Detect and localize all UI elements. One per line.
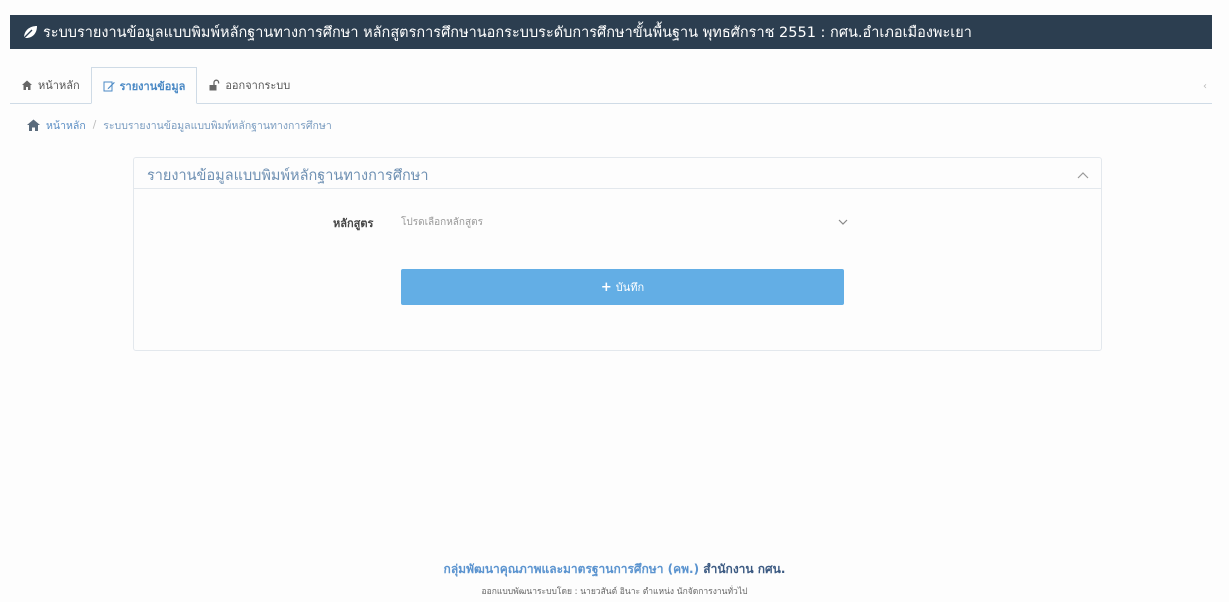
home-icon <box>22 80 32 90</box>
curriculum-select[interactable]: โปรดเลือกหลักสูตร <box>396 210 856 234</box>
tabs-scroll-right: ‹ <box>1203 81 1207 92</box>
curriculum-row: หลักสูตร โปรดเลือกหลักสูตร <box>134 210 1101 234</box>
breadcrumb-home-link[interactable]: หน้าหลัก <box>46 117 86 134</box>
curriculum-placeholder: โปรดเลือกหลักสูตร <box>401 216 483 228</box>
tab-report-label: รายงานข้อมูล <box>119 79 186 93</box>
save-button-label: บันทึก <box>615 281 645 294</box>
tab-logout-label: ออกจากระบบ <box>225 79 291 92</box>
footer: กลุ่มพัฒนาคุณภาพและมาตรฐานการศึกษา (คพ.)… <box>0 560 1229 598</box>
unlock-icon <box>209 79 220 91</box>
report-panel: รายงานข้อมูลแบบพิมพ์หลักฐานทางการศึกษา ห… <box>133 157 1102 351</box>
footer-org-line: กลุ่มพัฒนาคุณภาพและมาตรฐานการศึกษา (คพ.)… <box>0 560 1229 579</box>
breadcrumb-separator: / <box>92 119 97 131</box>
tab-home[interactable]: หน้าหลัก <box>10 67 91 103</box>
footer-office: สำนักงาน กศน. <box>703 562 786 576</box>
plus-icon: + <box>600 279 612 295</box>
chevron-up-icon[interactable] <box>1077 170 1089 180</box>
app-header: ระบบรายงานข้อมูลแบบพิมพ์หลักฐานทางการศึก… <box>10 15 1212 49</box>
footer-org: กลุ่มพัฒนาคุณภาพและมาตรฐานการศึกษา (คพ.) <box>443 562 700 576</box>
chevron-down-icon <box>838 219 848 225</box>
save-button[interactable]: + บันทึก <box>401 269 844 305</box>
edit-icon <box>103 81 115 91</box>
footer-credit: ออกแบบพัฒนาระบบโดย : นายวสันต์ อินาะ ตำแ… <box>481 587 748 597</box>
app-title: ระบบรายงานข้อมูลแบบพิมพ์หลักฐานทางการศึก… <box>43 24 972 41</box>
home-icon <box>27 119 40 131</box>
main-tabs: หน้าหลัก รายงานข้อมูล ออกจากระบบ ‹ <box>10 66 1212 104</box>
curriculum-label: หลักสูตร <box>333 217 374 230</box>
panel-header: รายงานข้อมูลแบบพิมพ์หลักฐานทางการศึกษา <box>134 158 1101 189</box>
breadcrumb: หน้าหลัก / ระบบรายงานข้อมูลแบบพิมพ์หลักฐ… <box>26 115 332 135</box>
tab-report[interactable]: รายงานข้อมูล <box>90 67 198 104</box>
panel-title: รายงานข้อมูลแบบพิมพ์หลักฐานทางการศึกษา <box>147 168 429 184</box>
tab-home-label: หน้าหลัก <box>38 79 80 92</box>
leaf-icon <box>22 26 37 40</box>
breadcrumb-current: ระบบรายงานข้อมูลแบบพิมพ์หลักฐานทางการศึก… <box>103 119 332 132</box>
tab-logout[interactable]: ออกจากระบบ <box>197 67 301 103</box>
